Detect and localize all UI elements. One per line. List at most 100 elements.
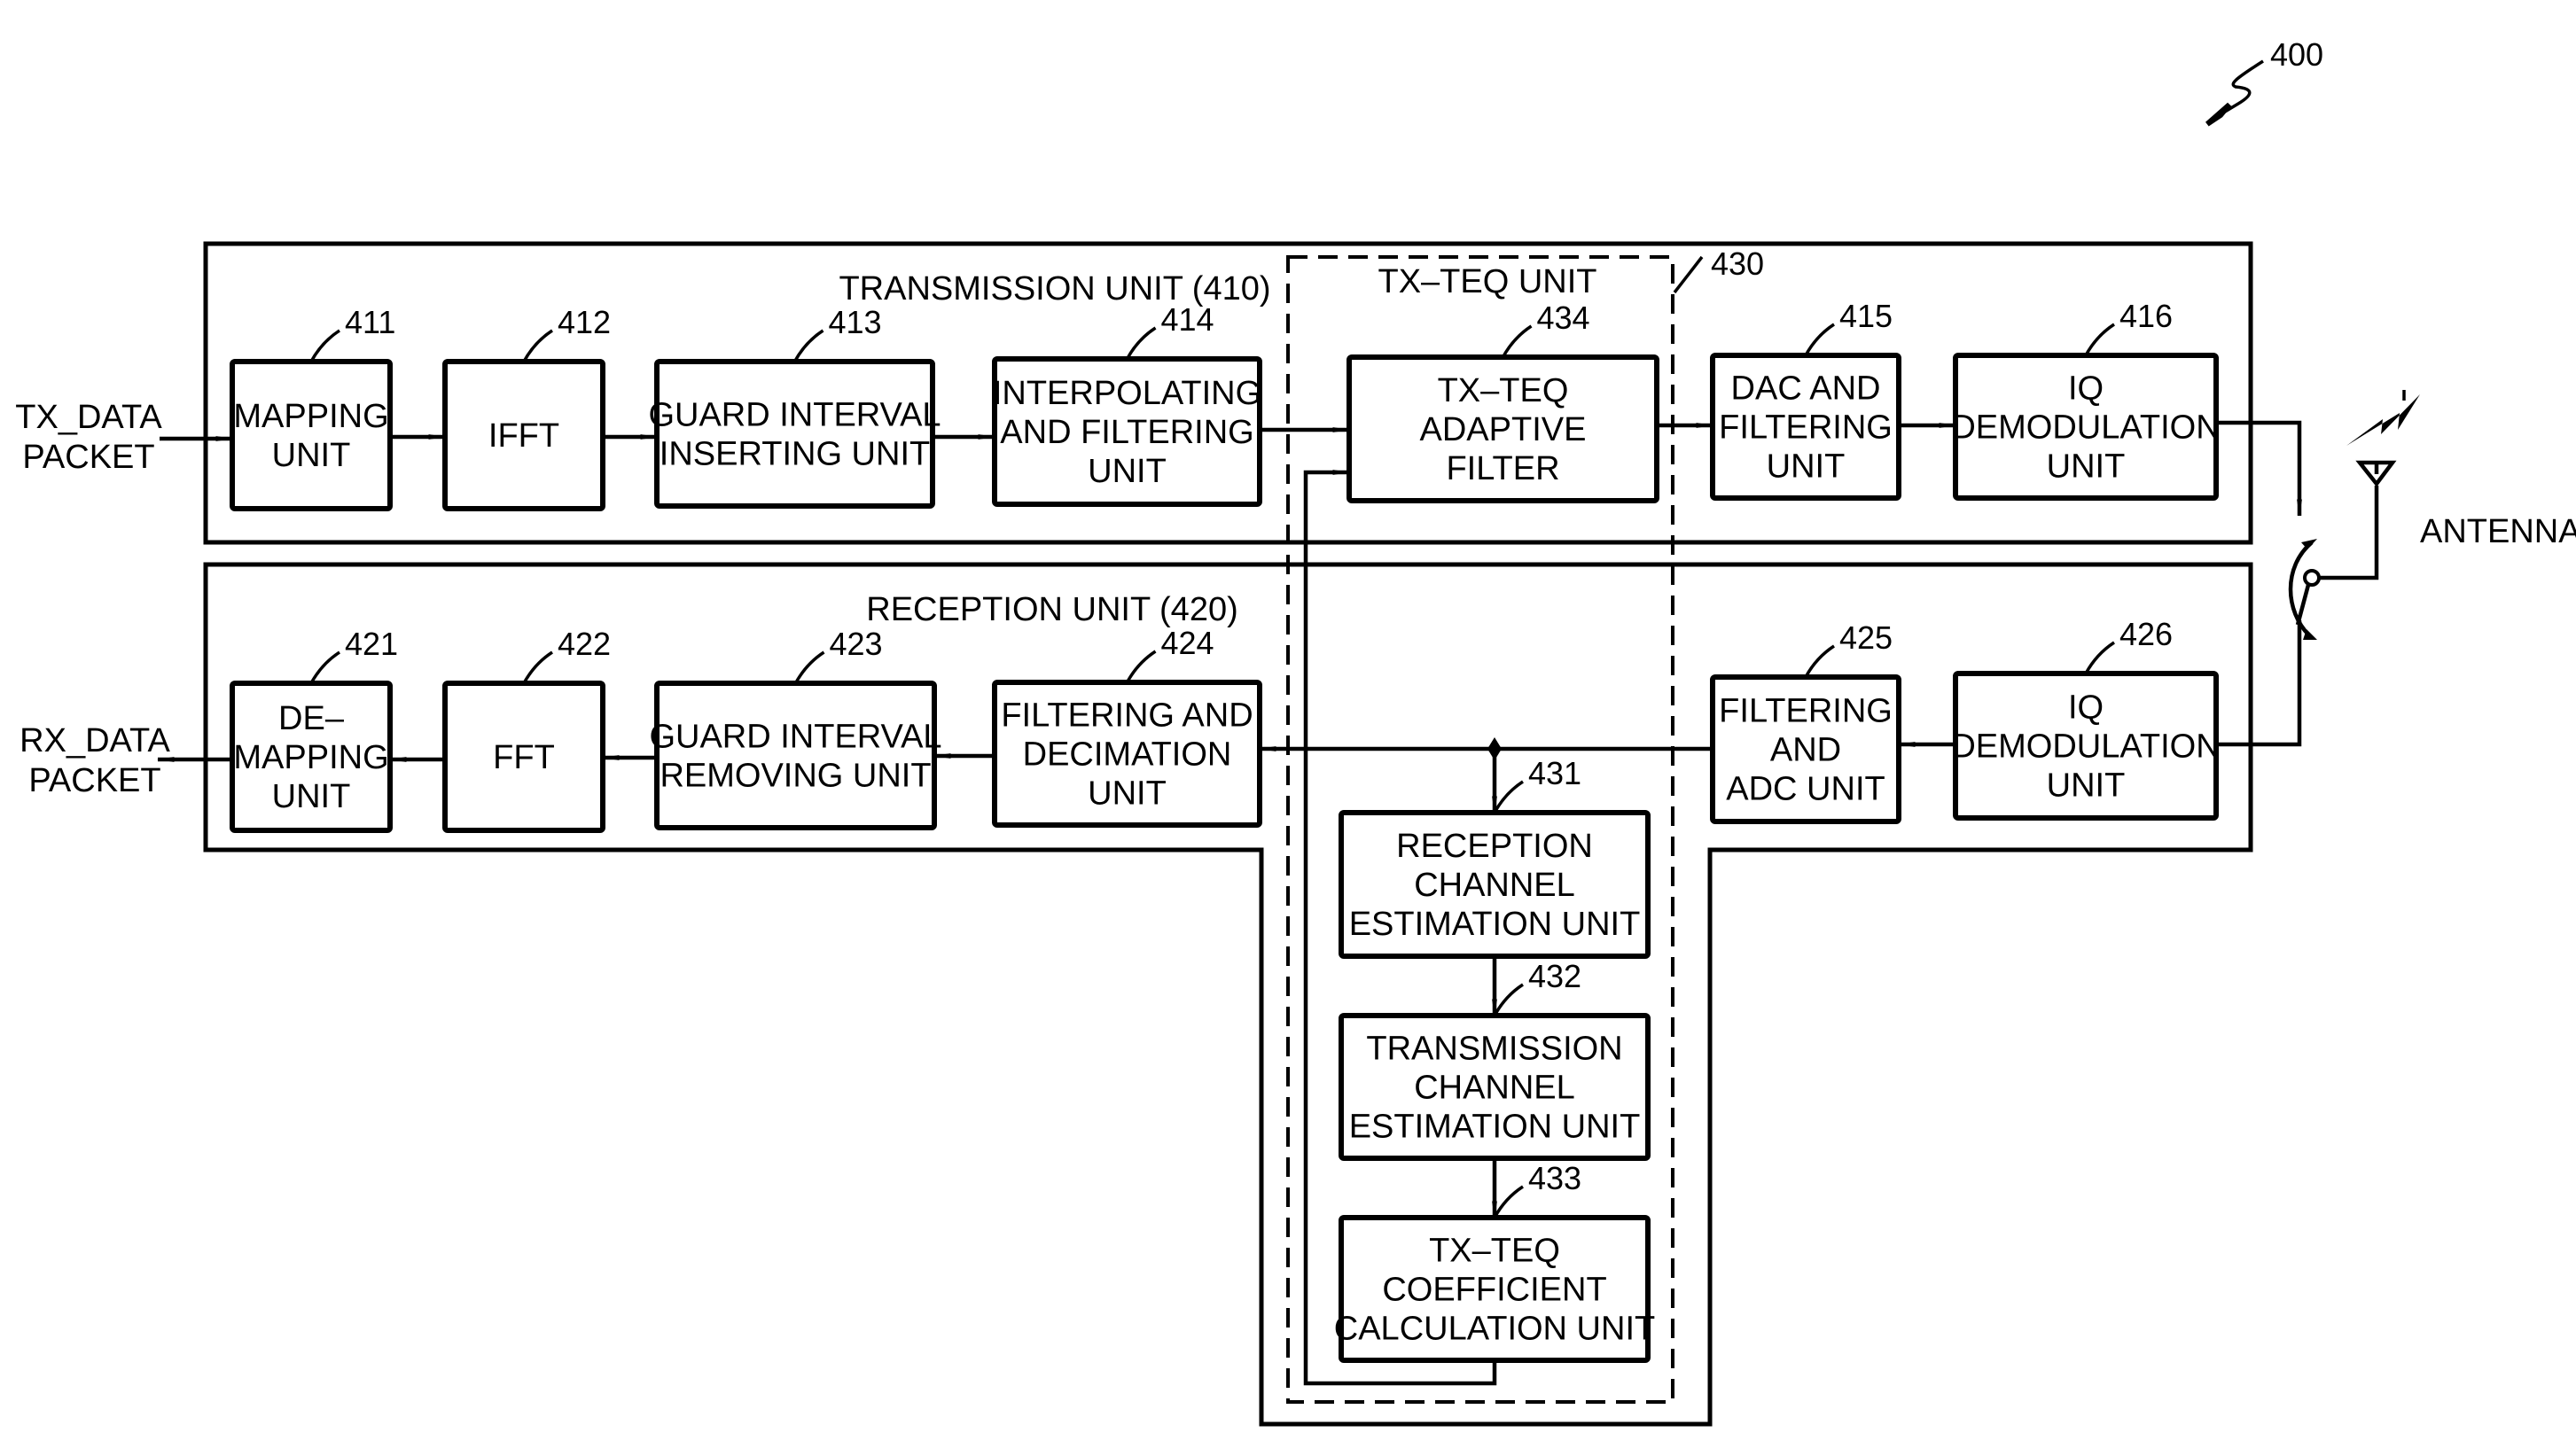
ref-leader (1501, 324, 1533, 358)
block-425-label-line: ADC UNIT (1726, 771, 1885, 808)
block-422: FFT 422 (442, 626, 611, 833)
block-416-label-line: UNIT (2047, 448, 2126, 486)
block-421-label-line: DE– (278, 700, 345, 737)
block-424: FILTERING ANDDECIMATIONUNIT 424 (992, 625, 1262, 828)
block-421-label-line: MAPPING (233, 739, 388, 776)
block-415: DAC ANDFILTERINGUNIT 415 (1710, 298, 1901, 501)
ref-leader (792, 329, 824, 362)
ref-425: 425 (1839, 619, 1893, 656)
ref-leader (522, 329, 553, 362)
block-415-label-line: FILTERING (1719, 409, 1893, 447)
ref-421: 421 (345, 626, 398, 662)
ref-416: 416 (2119, 298, 2173, 334)
block-414-label-line: AND FILTERING (1000, 414, 1253, 451)
reception-unit-title: RECEPTION UNIT (420) (866, 591, 1237, 628)
block-425-label-line: FILTERING (1719, 693, 1893, 730)
block-433-label-line: CALCULATION UNIT (1334, 1311, 1655, 1348)
block-412: IFFT 412 (442, 304, 611, 511)
block-411-box (230, 359, 393, 511)
ref-432: 432 (1528, 958, 1581, 994)
block-425-label-line: AND (1770, 732, 1841, 769)
tx-data-packet-label: TX_DATA PACKET (15, 399, 162, 476)
ref-412: 412 (558, 304, 611, 340)
ref-leader (1493, 983, 1524, 1016)
block-413-label-line: INSERTING UNIT (660, 436, 930, 473)
block-422-label-line: FFT (493, 739, 555, 776)
block-425: FILTERINGANDADC UNIT 425 (1710, 619, 1901, 824)
ref-423: 423 (830, 626, 883, 662)
block-433-label-line: COEFFICIENT (1382, 1272, 1606, 1309)
figure-ref-400: 400 (2205, 36, 2323, 127)
ref-415: 415 (1839, 298, 1893, 334)
block-434-label-line: FILTER (1446, 450, 1559, 487)
block-415-label-line: DAC AND (1731, 370, 1881, 408)
ref-430: 430 (1711, 245, 1764, 282)
block-432-label-line: TRANSMISSION (1366, 1031, 1622, 1068)
svg-text:PACKET: PACKET (22, 439, 154, 476)
ref-426: 426 (2119, 616, 2173, 652)
block-413-label-line: GUARD INTERVAL (648, 397, 941, 434)
ref-422: 422 (558, 626, 611, 662)
block-431-label-line: RECEPTION (1396, 828, 1593, 865)
block-416: IQDEMODULATIONUNIT 416 (1951, 298, 2221, 501)
block-414-label-line: INTERPOLATING (993, 375, 1261, 412)
block-434-label-line: ADAPTIVE (1420, 411, 1587, 448)
ref-leader (2084, 323, 2115, 356)
block-431-label-line: CHANNEL (1414, 867, 1575, 904)
antenna-switch (2288, 486, 2379, 640)
block-426: IQDEMODULATIONUNIT 426 (1951, 616, 2221, 821)
block-424-label-line: UNIT (1088, 775, 1167, 813)
block-424-label-line: DECIMATION (1023, 736, 1232, 774)
ref-leader (1125, 650, 1157, 683)
ref-leader (522, 650, 553, 684)
block-432-label-line: CHANNEL (1414, 1070, 1575, 1107)
block-411-label-line: MAPPING (233, 398, 388, 435)
ref-leader (1804, 644, 1835, 678)
block-423: GUARD INTERVALREMOVING UNIT 423 (649, 626, 942, 830)
ref-413: 413 (829, 304, 882, 340)
block-421-label-line: UNIT (272, 778, 351, 815)
block-413-box (654, 359, 935, 509)
ref-leader (309, 650, 340, 684)
svg-text:RX_DATA: RX_DATA (20, 722, 170, 759)
ref-leader (1493, 1185, 1524, 1219)
txteq-unit-title: TX–TEQ UNIT (1378, 263, 1596, 300)
ref-431: 431 (1528, 755, 1581, 791)
figure-ref-label: 400 (2270, 36, 2323, 73)
ref-leader (793, 650, 825, 684)
ref-433: 433 (1528, 1160, 1581, 1196)
block-426-label-line: UNIT (2047, 767, 2126, 805)
antenna-icon (2355, 460, 2397, 487)
block-413: GUARD INTERVALINSERTING UNIT 413 (648, 304, 941, 509)
block-426-label-line: IQ (2068, 689, 2104, 727)
block-416-label-line: DEMODULATION (1951, 409, 2220, 447)
block-411: MAPPINGUNIT 411 (230, 304, 395, 511)
block-416-label-line: IQ (2068, 370, 2104, 408)
wireless-signal-icon (2346, 390, 2420, 446)
block-415-label-line: UNIT (1767, 448, 1846, 486)
ref-leader (2084, 641, 2115, 674)
ref-411: 411 (345, 304, 395, 340)
block-421: DE–MAPPINGUNIT 421 (230, 626, 398, 833)
ref-430-leader (1673, 255, 1704, 294)
ref-leader (1804, 323, 1835, 356)
ref-434: 434 (1537, 300, 1590, 336)
svg-text:TX_DATA: TX_DATA (15, 399, 162, 436)
block-diagram: 400 TRANSMISSION UNIT (410) RECEPTION UN… (15, 36, 2576, 1427)
block-412-label-line: IFFT (488, 417, 559, 455)
block-431-label-line: ESTIMATION UNIT (1349, 906, 1641, 943)
block-423-label-line: REMOVING UNIT (660, 758, 931, 795)
block-424-label-line: FILTERING AND (1001, 697, 1253, 735)
block-423-box (654, 681, 937, 830)
block-432-label-line: ESTIMATION UNIT (1349, 1109, 1641, 1146)
ref-leader (1493, 780, 1524, 814)
ref-leader (309, 329, 340, 362)
rx-data-packet-label: RX_DATA PACKET (20, 722, 170, 799)
block-414: INTERPOLATINGAND FILTERINGUNIT 414 (992, 301, 1262, 507)
block-434-label-line: TX–TEQ (1438, 372, 1569, 409)
block-433-label-line: TX–TEQ (1429, 1233, 1560, 1270)
block-414-label-line: UNIT (1088, 453, 1167, 490)
block-411-label-line: UNIT (272, 437, 351, 474)
block-434: TX–TEQADAPTIVEFILTER 434 (1347, 300, 1659, 503)
block-426-label-line: DEMODULATION (1951, 728, 2220, 766)
